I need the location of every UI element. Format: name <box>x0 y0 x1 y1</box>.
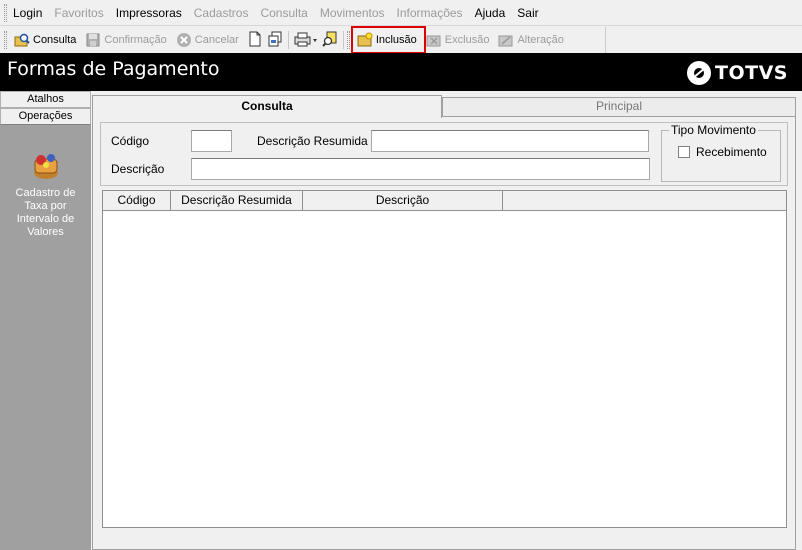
tab-consulta[interactable]: Consulta <box>92 95 442 118</box>
checkbox-box[interactable] <box>678 146 690 158</box>
preview-button[interactable] <box>320 29 340 51</box>
exclusao-label: Exclusão <box>444 34 490 46</box>
tipo-movimento-group: Tipo Movimento Recebimento <box>661 123 781 182</box>
cancel-icon <box>176 32 192 48</box>
toolbar-separator <box>287 31 289 49</box>
cancelar-label: Cancelar <box>194 34 239 46</box>
new-folder-icon <box>357 32 373 48</box>
toolbar-separator <box>342 31 344 49</box>
window-title: Formas de Pagamento <box>7 58 220 80</box>
sidebar-item-label: Valores <box>27 226 64 238</box>
descricao-resumida-input[interactable] <box>371 130 649 152</box>
money-bag-icon <box>29 151 63 181</box>
menu-login[interactable]: Login <box>13 6 42 20</box>
descricao-input[interactable] <box>191 158 650 180</box>
consulta-button[interactable]: Consulta <box>11 29 82 51</box>
inclusao-button[interactable]: Inclusão <box>350 26 426 54</box>
sidebar-tab-atalhos[interactable]: Atalhos <box>0 91 91 108</box>
column-header-descricao-resumida[interactable]: Descrição Resumida <box>171 191 303 210</box>
print-button[interactable] <box>292 29 320 51</box>
tipo-movimento-legend: Tipo Movimento <box>669 123 758 137</box>
window-title-bar: Formas de Pagamento TOTVS <box>0 53 802 91</box>
menu-bar: Login Favoritos Impressoras Cadastros Co… <box>0 0 802 26</box>
sidebar-item-label: Taxa por <box>24 200 67 212</box>
new-document-icon <box>248 31 262 50</box>
consulta-label: Consulta <box>33 34 77 46</box>
confirmacao-label: Confirmação <box>104 34 167 46</box>
brand-logo: TOTVS <box>687 61 788 85</box>
recebimento-label: Recebimento <box>696 145 767 159</box>
brand-name: TOTVS <box>715 62 788 84</box>
preview-icon <box>322 31 338 50</box>
tab-strip: Consulta Principal <box>92 95 796 118</box>
printer-icon <box>294 31 318 50</box>
grid-header: Código Descrição Resumida Descrição <box>103 191 786 211</box>
sidebar-tab-operacoes[interactable]: Operações <box>0 108 91 125</box>
alteracao-label: Alteração <box>517 34 564 46</box>
menu-grip <box>4 3 7 22</box>
menu-cadastros[interactable]: Cadastros <box>194 6 249 20</box>
toolbar-grip <box>346 31 350 49</box>
sidebar-item-cadastro-taxa[interactable]: Cadastro de Taxa por Intervalo de Valore… <box>0 151 91 239</box>
new-document-button[interactable] <box>245 29 265 51</box>
menu-movimentos[interactable]: Movimentos <box>320 6 385 20</box>
alteracao-button[interactable]: Alteração <box>495 29 569 51</box>
copy-document-icon <box>267 31 283 50</box>
sidebar: Atalhos Operações Cadastro de Taxa por I… <box>0 91 91 550</box>
menu-sair[interactable]: Sair <box>517 6 538 20</box>
codigo-label: Código <box>111 134 150 148</box>
column-header-codigo[interactable]: Código <box>103 191 171 210</box>
sidebar-item-label: Cadastro de <box>15 187 76 199</box>
recebimento-checkbox[interactable]: Recebimento <box>678 145 767 159</box>
save-icon <box>85 32 101 48</box>
tab-principal[interactable]: Principal <box>442 97 796 116</box>
codigo-input[interactable] <box>191 130 232 152</box>
menu-impressoras[interactable]: Impressoras <box>116 6 182 20</box>
copy-document-button[interactable] <box>265 29 285 51</box>
menu-informacoes[interactable]: Informações <box>397 6 463 20</box>
sidebar-item-label: Intervalo de <box>16 213 75 225</box>
edit-folder-icon <box>498 32 514 48</box>
confirmacao-button[interactable]: Confirmação <box>82 29 172 51</box>
column-header-descricao[interactable]: Descrição <box>303 191 503 210</box>
cancelar-button[interactable]: Cancelar <box>173 29 245 51</box>
inclusao-label: Inclusão <box>375 34 417 46</box>
results-grid[interactable]: Código Descrição Resumida Descrição <box>102 190 787 528</box>
delete-folder-icon <box>426 32 442 48</box>
menu-favoritos[interactable]: Favoritos <box>54 6 103 20</box>
search-folder-icon <box>14 32 30 48</box>
totvs-logo-icon <box>687 61 712 85</box>
descricao-label: Descrição <box>111 162 165 176</box>
exclusao-button[interactable]: Exclusão <box>423 29 496 51</box>
menu-consulta[interactable]: Consulta <box>260 6 307 20</box>
menu-ajuda[interactable]: Ajuda <box>475 6 506 20</box>
descricao-resumida-label: Descrição Resumida <box>257 134 368 148</box>
toolbar: Consulta Confirmação Cancelar Inclusão E… <box>0 26 606 54</box>
toolbar-grip <box>4 31 7 49</box>
